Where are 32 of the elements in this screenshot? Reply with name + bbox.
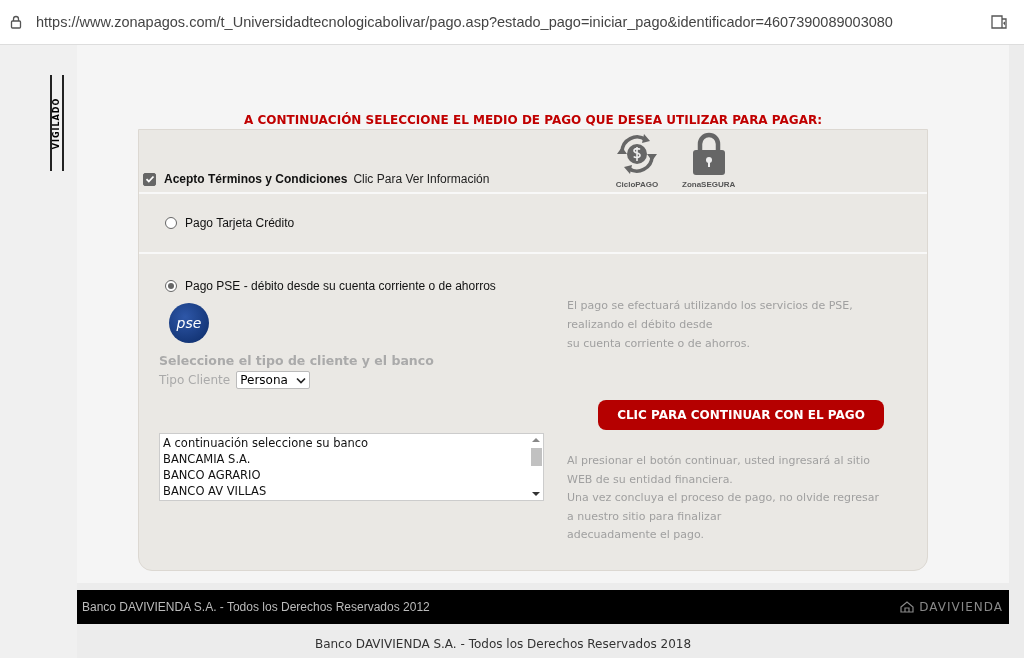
bank-option[interactable]: BANCO AGRARIO [163,467,526,483]
client-type-select[interactable]: Persona [236,371,310,389]
chevron-down-icon [295,376,306,384]
house-icon [900,601,915,613]
client-type-label: Tipo Cliente [159,373,231,387]
money-cycle-icon [614,132,660,176]
footer-text: Banco DAVIVIENDA S.A. - Todos los Derechos Reservados 2018 [313,637,693,651]
terms-link[interactable]: Clic Para Ver Información [353,172,490,186]
padlock-icon [690,132,727,176]
lock-icon[interactable] [10,15,22,29]
terms-checkbox[interactable] [143,172,156,186]
badge-label: CicloPAGO [615,180,659,189]
reader-view-icon[interactable] [990,14,1008,30]
badge-label: ZonaSEGURA [682,180,736,189]
payment-note-text: Al presionar el botón continuar, usted ingresará al sitio WEB de su entidad financiera. Una vez concluya el proceso de pago, no olvide regresar a nuestro sitio para finalizar adecuadamente el pago. [567,453,880,543]
bank-option[interactable]: BANCAMIA S.A. [163,451,526,467]
footer-logo: DAVIVIENDA [919,600,1003,614]
payment-option[interactable]: Pago Tarjeta Crédito [165,216,295,230]
bank-listbox[interactable]: A continuación seleccione su banco BANCAMIA S.A. BANCO AGRARIO BANCO AV VILLAS [159,433,544,501]
payment-option[interactable]: Pago PSE - débito desde su cuenta corriente o de ahorros [165,279,545,293]
bank-option[interactable]: A continuación seleccione su banco [163,435,526,451]
vigilado-seal: VIGILADO [50,75,64,171]
pse-info-text: El pago se efectuará utilizando los servicios de PSE, realizando el débito desde su cuenta corriente o de ahorros. [567,298,854,352]
bank-option[interactable]: BANCO AV VILLAS [163,483,526,499]
footer-bar-text: Banco DAVIVIENDA S.A. - Todos los Derechos Reservados 2012 [82,600,430,614]
section-subtitle: Seleccione el tipo de cliente y el banco [159,353,435,368]
continue-payment-button[interactable]: CLIC PARA CONTINUAR CON EL PAGO [598,400,884,430]
scroll-up-icon[interactable] [532,437,540,443]
scroll-down-icon[interactable] [532,491,540,497]
pse-logo: pse [169,303,209,343]
terms-label: Acepto Términos y Condiciones [164,172,348,186]
page-heading: A CONTINUACIÓN SELECCIONE EL MEDIO DE PAGO QUE DESEA UTILIZAR PARA PAGAR: [244,113,822,127]
